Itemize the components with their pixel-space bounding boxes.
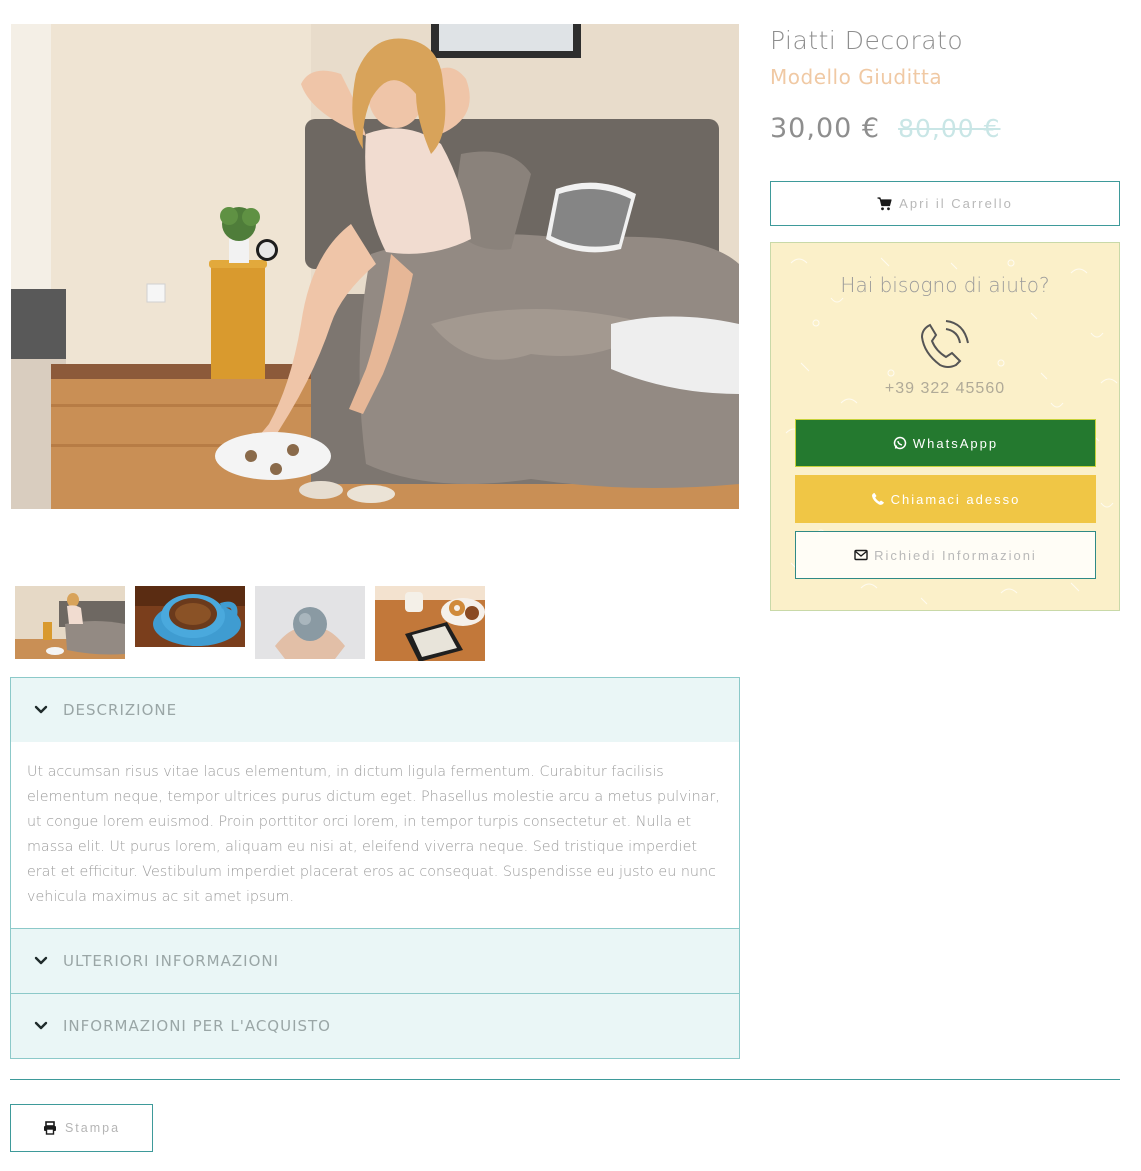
whatsapp-button-label: WhatsAppp (912, 435, 999, 451)
request-info-label: Richiedi Informazioni (874, 547, 1037, 563)
chevron-down-icon (34, 956, 48, 965)
current-price: 30,00 € (770, 113, 881, 144)
printer-icon (43, 1121, 56, 1135)
print-button-label: Stampa (64, 1121, 121, 1135)
print-button[interactable]: Stampa (10, 1104, 153, 1152)
thumbnail-hands-ball[interactable] (255, 586, 365, 659)
open-cart-label: Apri il Carrello (899, 196, 1013, 211)
accordion-body-descrizione: Ut accumsan risus vitae lacus elementum,… (11, 742, 739, 928)
open-cart-button[interactable]: Apri il Carrello (770, 181, 1120, 226)
thumbnail-bedroom[interactable] (15, 586, 125, 659)
call-now-label: Chiamaci adesso (890, 491, 1021, 507)
chevron-down-icon (34, 705, 48, 714)
phone-icon (871, 493, 884, 505)
shopping-cart-icon (877, 196, 892, 210)
product-title: Piatti Decorato (770, 26, 964, 55)
accordion-header-informazioni-acquisto[interactable]: INFORMAZIONI PER L'ACQUISTO (11, 994, 739, 1058)
accordion-header-ulteriori-informazioni[interactable]: ULTERIORI INFORMAZIONI (11, 929, 739, 993)
phone-icon (920, 320, 969, 368)
whatsapp-icon (893, 436, 907, 450)
thumbnail-coffee[interactable] (135, 586, 245, 647)
product-info-accordion: DESCRIZIONE Ut accumsan risus vitae lacu… (10, 677, 740, 1059)
help-title: Hai bisogno di aiuto? (840, 273, 1050, 297)
thumbnail-gallery (15, 586, 485, 661)
old-price: 80,00 € (898, 114, 1001, 143)
call-now-button[interactable]: Chiamaci adesso (795, 475, 1096, 523)
whatsapp-button[interactable]: WhatsAppp (795, 419, 1096, 467)
help-phone-number: +39 322 45560 (884, 380, 1006, 397)
accordion-title: DESCRIZIONE (63, 701, 178, 719)
envelope-icon (854, 549, 868, 561)
section-divider (10, 1079, 1120, 1080)
accordion-header-descrizione[interactable]: DESCRIZIONE (11, 678, 739, 742)
request-info-button[interactable]: Richiedi Informazioni (795, 531, 1096, 579)
price-row: 30,00 € 80,00 € (770, 113, 1001, 144)
help-box: Hai bisogno di aiuto? +39 322 45560 What… (770, 242, 1120, 611)
thumbnail-ereader-donuts[interactable] (375, 586, 485, 661)
accordion-title: INFORMAZIONI PER L'ACQUISTO (63, 1017, 331, 1035)
accordion-title: ULTERIORI INFORMAZIONI (63, 952, 280, 970)
main-product-image[interactable] (11, 24, 739, 509)
product-subtitle: Modello Giuditta (770, 65, 943, 89)
chevron-down-icon (34, 1021, 48, 1030)
